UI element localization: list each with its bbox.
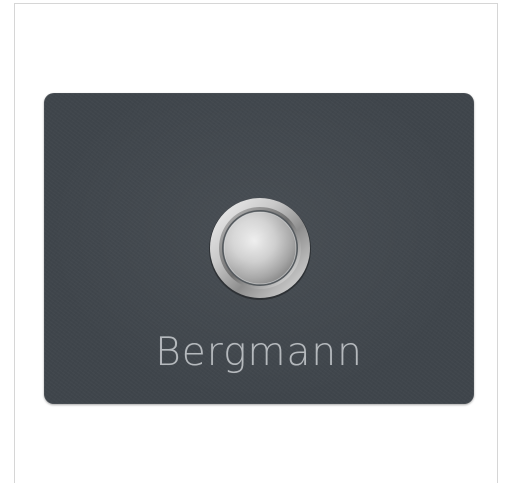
engraved-name: Bergmann: [155, 330, 363, 375]
doorbell-button[interactable]: [208, 197, 312, 301]
doorbell-button-icon: [209, 198, 311, 300]
